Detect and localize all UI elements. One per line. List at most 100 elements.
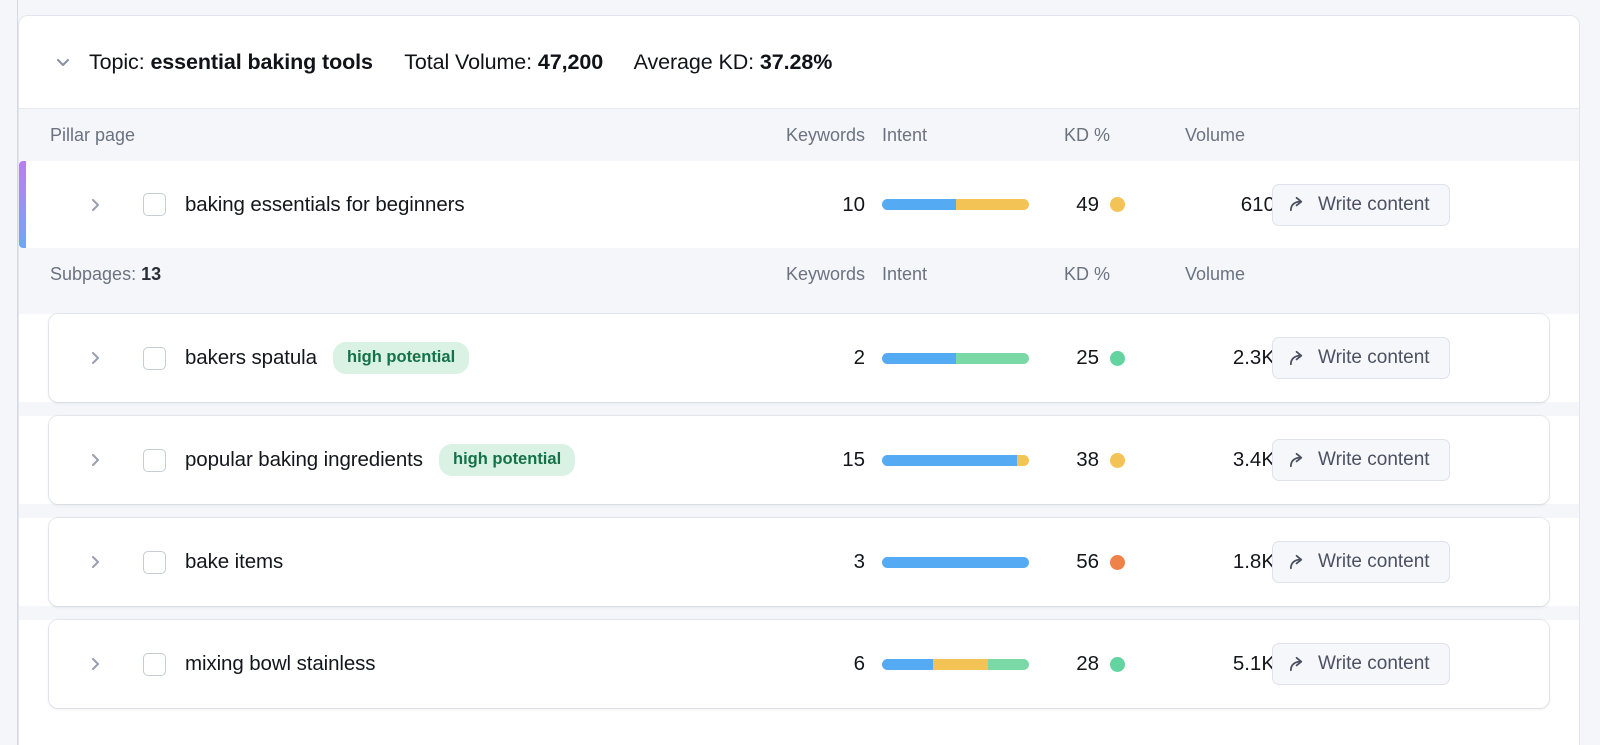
subpage-row[interactable]: mixing bowl stainless 6 28 5.1K Write conten… — [49, 620, 1549, 708]
intent-segment-informational — [882, 199, 956, 210]
subpage-kd-value: 38 — [1076, 448, 1099, 472]
intent-segment-informational — [882, 557, 1029, 568]
subpage-volume-value: 5.1K — [1155, 652, 1275, 676]
write-content-label: Write content — [1318, 551, 1430, 573]
kd-status-dot — [1110, 197, 1125, 212]
column-volume[interactable]: Volume — [1185, 264, 1245, 285]
intent-segment-commercial — [956, 199, 1030, 210]
column-volume[interactable]: Volume — [1185, 125, 1245, 146]
total-volume-value: 47,200 — [538, 50, 603, 74]
pillar-kd-value: 49 — [1076, 193, 1099, 217]
pillar-page-name: baking essentials for beginners — [185, 193, 465, 217]
row-checkbox[interactable] — [143, 551, 166, 574]
column-kd[interactable]: KD % — [1064, 264, 1110, 285]
row-spacer — [19, 606, 1579, 620]
row-checkbox[interactable] — [143, 449, 166, 472]
kd-status-dot — [1110, 351, 1125, 366]
intent-segment-commercial — [1017, 455, 1029, 466]
expand-row-icon[interactable] — [85, 654, 105, 674]
subpage-row[interactable]: popular baking ingredients 15 38 3.4K Write … — [49, 416, 1549, 504]
pillar-keywords-value: 10 — [750, 193, 865, 217]
subpage-keywords-value: 3 — [750, 550, 865, 574]
subpage-volume-value: 2.3K — [1155, 346, 1275, 370]
intent-segment-commercial — [933, 659, 987, 670]
subpage-kd-group: 56 — [1049, 550, 1125, 574]
topic-label: Topic: — [89, 50, 145, 74]
write-content-label: Write content — [1318, 347, 1430, 369]
subpage-name: bake items — [185, 550, 283, 574]
subpage-intent-bar — [882, 659, 1029, 670]
row-checkbox[interactable] — [143, 347, 166, 370]
pillar-volume-value: 610 — [1155, 193, 1275, 217]
pillar-column-header: Pillar page Keywords Intent KD % Volume — [19, 109, 1579, 161]
intent-segment-informational — [882, 353, 956, 364]
subpage-volume-value: 3.4K — [1155, 448, 1275, 472]
subpage-row[interactable]: bake items 3 56 1.8K Write content — [49, 518, 1549, 606]
subpage-keywords-value: 2 — [750, 346, 865, 370]
pillar-row[interactable]: baking essentials for beginners 10 49 61… — [19, 161, 1579, 248]
topic-summary: Topic: essential baking tools Total Volu… — [89, 50, 832, 75]
intent-segment-transactional — [956, 353, 1030, 364]
write-content-button[interactable]: Write content — [1272, 643, 1450, 685]
kd-status-dot — [1110, 453, 1125, 468]
row-checkbox[interactable] — [143, 653, 166, 676]
cluster-card: Topic: essential baking tools Total Volu… — [18, 15, 1580, 745]
subpage-kd-value: 25 — [1076, 346, 1099, 370]
intent-segment-transactional — [988, 659, 1029, 670]
subpage-name: popular baking ingredients — [185, 448, 423, 472]
subpage-kd-value: 28 — [1076, 652, 1099, 676]
subpage-intent-bar — [882, 557, 1029, 568]
pillar-accent-bar — [19, 161, 26, 248]
high-potential-badge: high potential — [333, 342, 469, 374]
row-spacer — [19, 300, 1579, 314]
column-kd[interactable]: KD % — [1064, 125, 1110, 146]
subpage-kd-group: 38 — [1049, 448, 1125, 472]
column-intent[interactable]: Intent — [882, 264, 927, 285]
row-spacer — [19, 504, 1579, 518]
subpage-keywords-value: 6 — [750, 652, 865, 676]
write-content-label: Write content — [1318, 653, 1430, 675]
expand-row-icon[interactable] — [85, 552, 105, 572]
average-kd-label: Average KD: — [634, 50, 754, 74]
row-spacer — [19, 402, 1579, 416]
write-content-button[interactable]: Write content — [1272, 184, 1450, 226]
expand-row-icon[interactable] — [85, 450, 105, 470]
column-intent[interactable]: Intent — [882, 125, 927, 146]
subpage-intent-bar — [882, 455, 1029, 466]
column-keywords[interactable]: Keywords — [750, 125, 865, 146]
write-content-button[interactable]: Write content — [1272, 541, 1450, 583]
subpages-count-label: Subpages: 13 — [50, 264, 161, 285]
subpage-volume-value: 1.8K — [1155, 550, 1275, 574]
intent-segment-informational — [882, 659, 933, 670]
subpage-intent-bar — [882, 353, 1029, 364]
topic-header: Topic: essential baking tools Total Volu… — [19, 16, 1579, 109]
subpage-list: bakers spatula 2 25 2.3K Write content high p… — [19, 300, 1579, 708]
subpage-kd-value: 56 — [1076, 550, 1099, 574]
subpages-column-header: Subpages: 13 Keywords Intent KD % Volume — [19, 248, 1579, 300]
total-volume-label: Total Volume: — [404, 50, 532, 74]
subpage-row[interactable]: bakers spatula 2 25 2.3K Write content high p… — [49, 314, 1549, 402]
expand-row-icon[interactable] — [85, 195, 105, 215]
chevron-down-icon[interactable] — [52, 51, 74, 73]
average-kd-value: 37.28% — [760, 50, 832, 74]
subpage-kd-group: 28 — [1049, 652, 1125, 676]
write-content-label: Write content — [1318, 194, 1430, 216]
column-keywords[interactable]: Keywords — [750, 264, 865, 285]
row-checkbox[interactable] — [143, 193, 166, 216]
pillar-intent-bar — [882, 199, 1029, 210]
column-pillar-page: Pillar page — [50, 125, 135, 146]
topic-value: essential baking tools — [150, 50, 372, 74]
subpage-name: bakers spatula — [185, 346, 317, 370]
kd-status-dot — [1110, 657, 1125, 672]
write-content-button[interactable]: Write content — [1272, 337, 1450, 379]
subpage-name: mixing bowl stainless — [185, 652, 375, 676]
write-content-button[interactable]: Write content — [1272, 439, 1450, 481]
expand-row-icon[interactable] — [85, 348, 105, 368]
topic-cluster-panel: Topic: essential baking tools Total Volu… — [0, 0, 1600, 745]
pillar-kd-group: 49 — [1049, 193, 1125, 217]
kd-status-dot — [1110, 555, 1125, 570]
subpage-keywords-value: 15 — [750, 448, 865, 472]
write-content-label: Write content — [1318, 449, 1430, 471]
subpages-count: 13 — [141, 264, 161, 284]
subpage-kd-group: 25 — [1049, 346, 1125, 370]
